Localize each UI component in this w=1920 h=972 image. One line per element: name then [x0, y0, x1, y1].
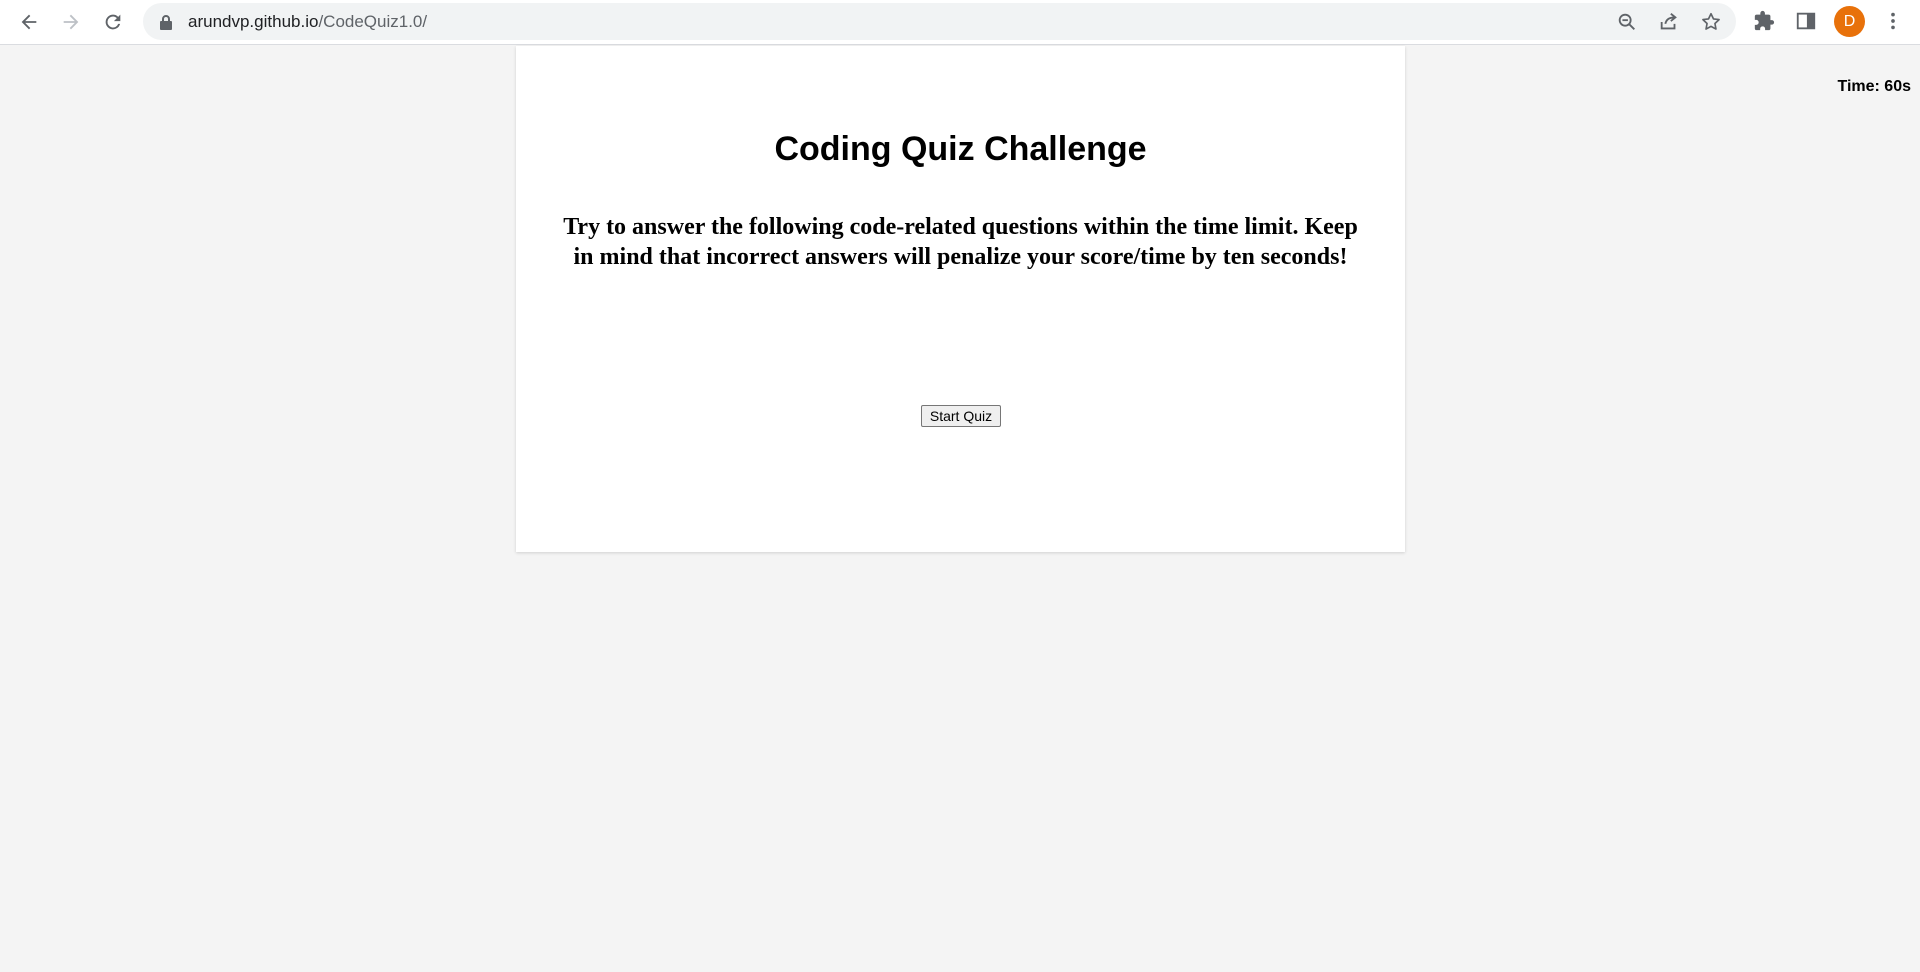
profile-initial: D	[1843, 12, 1856, 30]
back-button[interactable]	[15, 8, 43, 36]
browser-toolbar: arundvp.github.io/CodeQuiz1.0/ D	[0, 0, 1920, 45]
profile-avatar[interactable]: D	[1834, 6, 1865, 37]
zoom-out-icon[interactable]	[1616, 11, 1638, 33]
url-path: /CodeQuiz1.0/	[318, 12, 428, 31]
side-panel-icon[interactable]	[1795, 10, 1817, 32]
quiz-timer: Time: 60s	[1837, 78, 1911, 95]
url-text[interactable]: arundvp.github.io/CodeQuiz1.0/	[188, 12, 427, 32]
quiz-card: Coding Quiz Challenge Try to answer the …	[516, 46, 1405, 552]
forward-arrow-icon	[63, 14, 79, 30]
start-quiz-button[interactable]: Start Quiz	[921, 405, 1001, 427]
forward-button[interactable]	[57, 8, 85, 36]
address-bar[interactable]: arundvp.github.io/CodeQuiz1.0/	[143, 3, 1736, 40]
quiz-description: Try to answer the following code-related…	[563, 214, 1358, 270]
lock-icon[interactable]	[159, 14, 173, 30]
url-host: arundvp.github.io	[188, 12, 319, 31]
star-icon[interactable]	[1700, 11, 1722, 33]
reload-button[interactable]	[99, 8, 127, 36]
share-icon[interactable]	[1658, 11, 1680, 33]
extensions-icon[interactable]	[1753, 10, 1775, 32]
page-title: Coding Quiz Challenge	[774, 130, 1147, 168]
title-container: Coding Quiz Challenge	[516, 130, 1405, 169]
more-menu-icon[interactable]	[1882, 10, 1904, 32]
reload-icon	[105, 14, 121, 30]
back-arrow-icon	[21, 14, 37, 30]
